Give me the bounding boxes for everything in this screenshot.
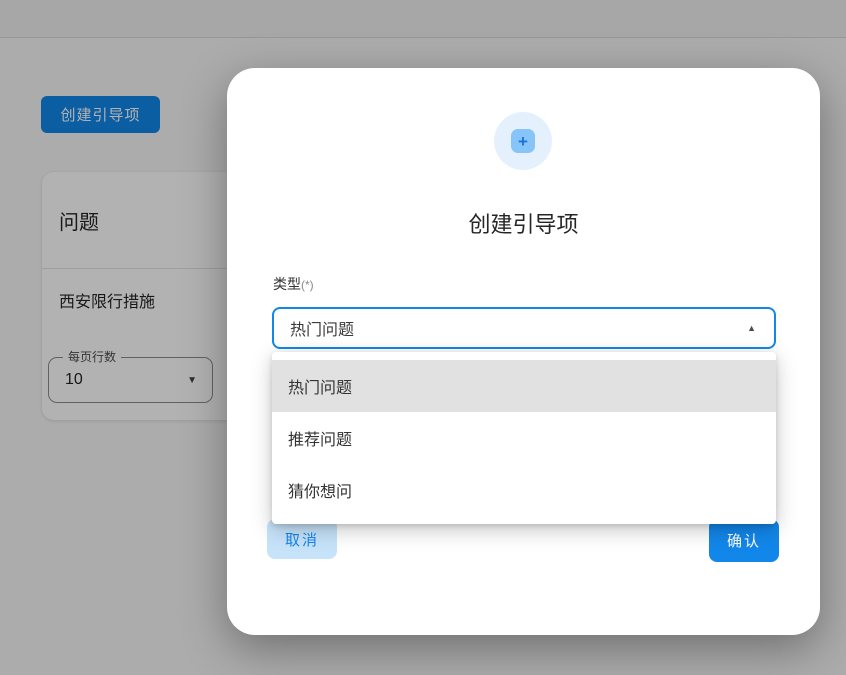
modal-title: 创建引导项: [227, 207, 820, 239]
type-label-text: 类型: [273, 276, 301, 292]
caret-up-icon: ▲: [747, 309, 756, 347]
screen: 创建引导项 问题 西安限行措施 每页行数 10 ▼ + 创建引导项 类型(*) …: [0, 0, 846, 675]
required-mark: (*): [301, 278, 314, 292]
type-dropdown: 热门问题 推荐问题 猜你想问: [272, 352, 776, 524]
dropdown-option-guess[interactable]: 猜你想问: [272, 464, 776, 516]
create-guide-modal: + 创建引导项 类型(*) 热门问题 ▲ 取消 确认 热门问题 推荐问题 猜你想…: [227, 68, 820, 635]
type-select-value: 热门问题: [290, 309, 354, 347]
dropdown-option-hot[interactable]: 热门问题: [272, 360, 776, 412]
cancel-button[interactable]: 取消: [267, 519, 337, 559]
type-select[interactable]: 热门问题 ▲: [272, 307, 776, 349]
dropdown-option-recommended[interactable]: 推荐问题: [272, 412, 776, 464]
plus-icon: +: [511, 129, 535, 153]
confirm-button[interactable]: 确认: [709, 519, 779, 562]
plus-avatar: +: [494, 112, 552, 170]
type-field-label: 类型(*): [273, 274, 314, 294]
